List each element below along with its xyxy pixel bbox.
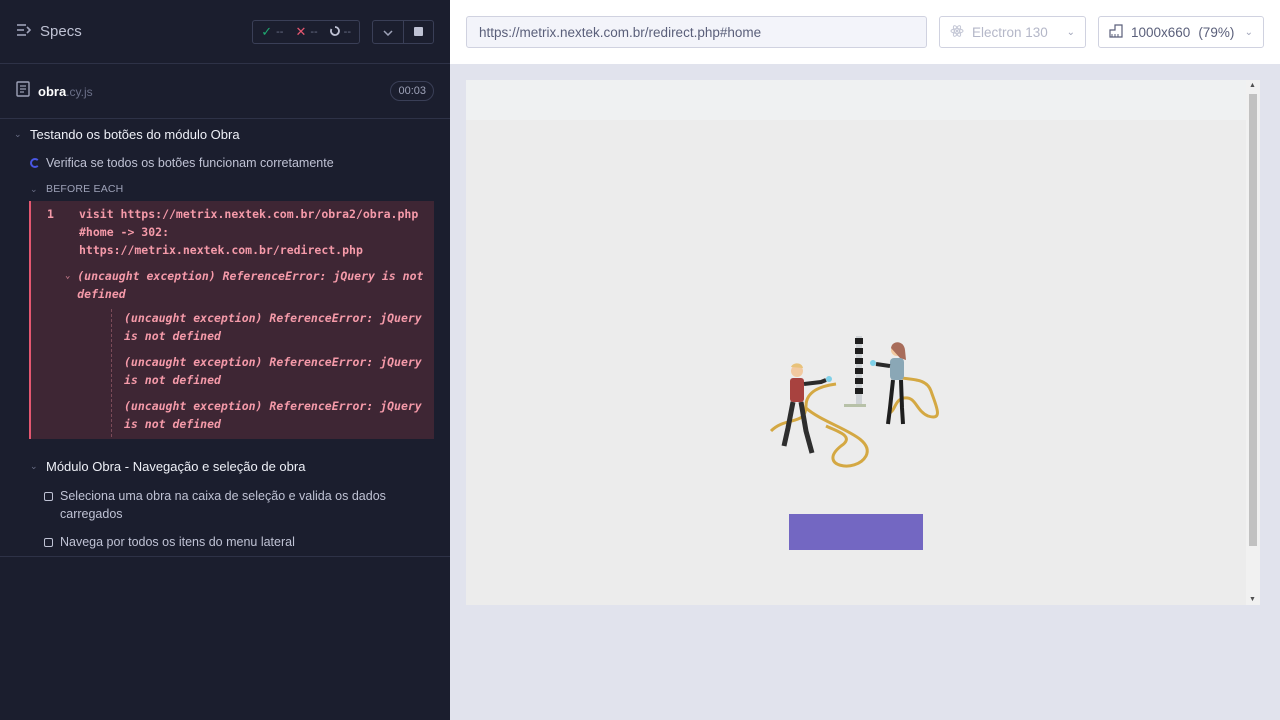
exception-children: (uncaught exception) ReferenceError: jQu… (111, 309, 434, 437)
scroll-thumb[interactable] (1249, 94, 1257, 546)
chevron-down-icon (383, 23, 393, 41)
pending-test[interactable]: Seleciona uma obra na caixa de seleção e… (0, 487, 450, 523)
aut-header: https://metrix.nextek.com.br/redirect.ph… (450, 0, 1280, 64)
aut-area: https://metrix.nextek.com.br/redirect.ph… (450, 0, 1280, 720)
ruler-icon (1109, 23, 1123, 41)
browser-label: Electron 130 (972, 24, 1048, 40)
chevron-down-icon: ⌄ (30, 460, 38, 471)
run-controls (372, 19, 434, 44)
exception-group[interactable]: ⌄ (uncaught exception) ReferenceError: j… (31, 263, 434, 303)
stop-button[interactable] (403, 20, 433, 43)
app-iframe: ▲ ▼ (466, 80, 1260, 605)
scroll-down-icon[interactable]: ▼ (1249, 596, 1256, 603)
pending-stat: -- (329, 24, 351, 39)
command-log: 1 visit https://metrix.nextek.com.br/obr… (29, 201, 434, 439)
suite-title: Testando os botões do módulo Obra (30, 126, 240, 142)
hook-label: BEFORE EACH (46, 183, 124, 195)
spec-file-row[interactable]: obra.cy.js 00:03 (0, 64, 450, 119)
failed-count: -- (310, 25, 318, 38)
specs-list-icon (16, 23, 32, 41)
running-test[interactable]: Verifica se todos os botões funcionam co… (0, 149, 450, 177)
specs-toggle[interactable]: Specs (16, 23, 82, 41)
chevron-down-icon: ⌄ (1066, 26, 1075, 38)
pending-count: -- (343, 25, 351, 38)
divider (0, 556, 450, 557)
pending-test[interactable]: Navega por todos os itens do menu latera… (0, 533, 450, 551)
spec-file-name: obra.cy.js (38, 84, 93, 99)
spinner-icon (30, 158, 40, 168)
exception-text: (uncaught exception) ReferenceError: jQu… (77, 269, 424, 301)
test-title: Verifica se todos os botões funcionam co… (46, 156, 334, 170)
visit-command[interactable]: 1 visit https://metrix.nextek.com.br/obr… (31, 205, 434, 259)
x-icon: ✕ (295, 23, 307, 39)
suite-modulo-obra[interactable]: ⌄ Módulo Obra - Navegação e seleção de o… (0, 451, 450, 481)
exception-item[interactable]: (uncaught exception) ReferenceError: jQu… (124, 353, 434, 389)
viewport-size: 1000x660 (1131, 24, 1191, 40)
reporter-panel: Specs ✓ -- ✕ -- -- obra.cy.js 00:03 ⌄ Te… (0, 0, 450, 720)
app-top-bar (466, 80, 1260, 120)
electron-icon (950, 24, 964, 41)
duration-badge: 00:03 (390, 81, 434, 101)
failed-stat: ✕ -- (295, 24, 317, 40)
chevron-down-icon: ⌄ (1244, 26, 1253, 38)
zoom-level: (79%) (1198, 24, 1235, 40)
command-number: 1 (47, 207, 54, 221)
exception-item[interactable]: (uncaught exception) ReferenceError: jQu… (124, 397, 434, 433)
suite-title: Módulo Obra - Navegação e seleção de obr… (46, 458, 306, 474)
url-bar[interactable]: https://metrix.nextek.com.br/redirect.ph… (466, 16, 927, 48)
stats-bar: ✓ -- ✕ -- -- (252, 19, 360, 44)
scroll-up-icon[interactable]: ▲ (1249, 82, 1256, 89)
url-text: https://metrix.nextek.com.br/redirect.ph… (479, 24, 762, 40)
check-icon: ✓ (261, 23, 273, 39)
loading-bar (789, 514, 923, 550)
pending-circle-icon (329, 24, 340, 39)
viewport-selector[interactable]: 1000x660 (79%) ⌄ (1098, 16, 1264, 48)
chevron-down-icon: ⌄ (30, 183, 38, 194)
file-ext: .cy.js (66, 84, 93, 99)
chevron-down-icon: ⌄ (14, 128, 22, 139)
specs-title: Specs (40, 23, 82, 40)
test-title: Navega por todos os itens do menu latera… (60, 535, 295, 549)
exception-item[interactable]: (uncaught exception) ReferenceError: jQu… (124, 309, 434, 345)
specs-header: Specs ✓ -- ✕ -- -- (0, 0, 450, 64)
browser-selector[interactable]: Electron 130 ⌄ (939, 16, 1086, 48)
pending-square-icon (44, 538, 53, 547)
pending-square-icon (44, 492, 53, 501)
test-title: Seleciona uma obra na caixa de seleção e… (60, 489, 386, 521)
passed-count: -- (276, 25, 284, 38)
loading-illustration (766, 336, 946, 486)
document-icon (16, 80, 30, 102)
stop-icon (414, 27, 423, 36)
command-text: visit https://metrix.nextek.com.br/obra2… (79, 207, 419, 257)
suite-testando-botoes[interactable]: ⌄ Testando os botões do módulo Obra (0, 119, 450, 149)
file-name-text: obra (38, 83, 67, 99)
chevron-down-icon: ⌄ (65, 271, 71, 281)
collapse-button[interactable] (373, 21, 403, 43)
before-each-hook[interactable]: ⌄ BEFORE EACH (0, 177, 450, 201)
scrollbar[interactable]: ▲ ▼ (1246, 80, 1260, 605)
passed-stat: ✓ -- (261, 24, 283, 40)
